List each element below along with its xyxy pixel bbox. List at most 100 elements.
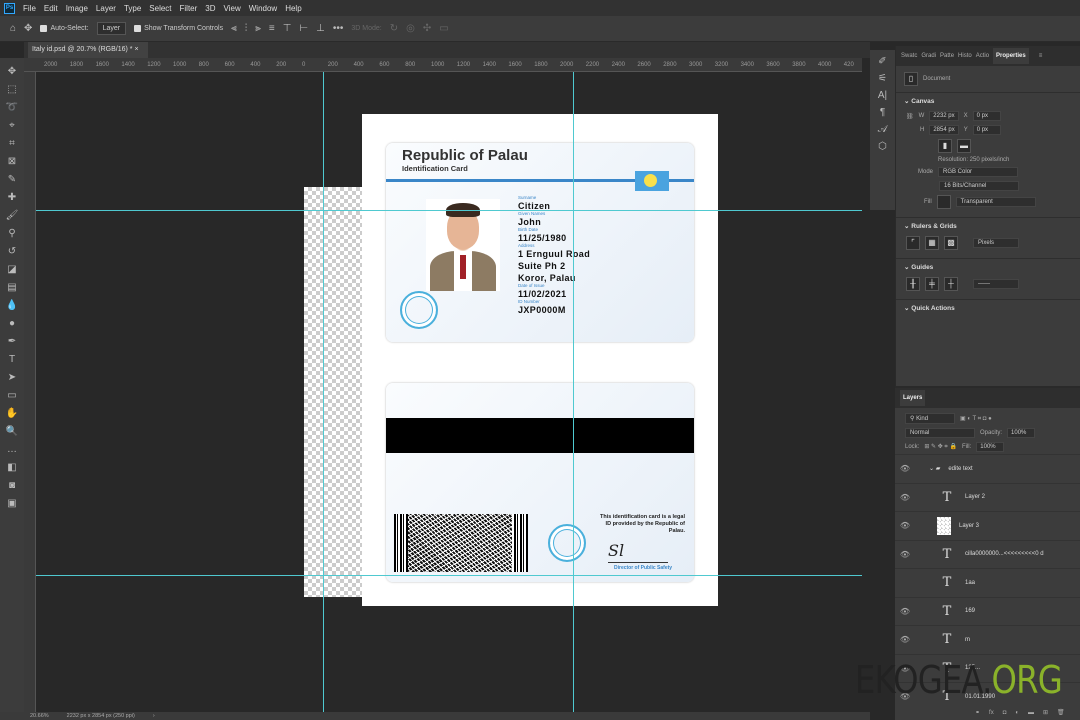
visibility-eye-icon[interactable]: 👁 [895, 635, 915, 644]
mode-dropdown[interactable]: RGB Color [938, 167, 1019, 177]
menu-select[interactable]: Select [149, 4, 171, 13]
tab-history[interactable]: Histo [958, 53, 972, 59]
fill-input[interactable]: 100% [976, 442, 1005, 452]
horizontal-ruler[interactable]: 2000 1800 1600 1400 1200 1000 800 600 400 200 0 200… [24, 58, 862, 72]
marquee-tool-icon[interactable]: ⬚ [7, 82, 16, 97]
align-middle-icon[interactable]: ⊢ [299, 23, 308, 34]
visibility-eye-icon[interactable]: 👁 [895, 607, 915, 616]
guide-vertical[interactable] [573, 72, 574, 712]
height-input[interactable]: 2854 px [929, 125, 959, 135]
fill-swatch[interactable] [936, 195, 951, 209]
align-bottom-icon[interactable]: ⊥ [316, 23, 325, 34]
auto-select-checkbox[interactable]: Auto-Select: [40, 25, 89, 32]
home-icon[interactable]: ⌂ [10, 23, 16, 34]
quick-actions-section[interactable]: ⌄ Quick Actions [896, 299, 1080, 316]
ruler-icon[interactable]: ⌜ [906, 236, 920, 250]
panel-menu-icon[interactable]: ≡ [1039, 53, 1043, 59]
dodge-tool-icon[interactable]: ● [9, 316, 15, 331]
layer-row[interactable]: 👁 T 169 [895, 596, 1080, 626]
grid-icon[interactable]: ▦ [925, 236, 939, 250]
align-left-icon[interactable]: ⫷ [231, 23, 237, 34]
link-layers-icon[interactable]: ⚭ [975, 709, 980, 716]
3d-orbit-icon[interactable]: ↻ [390, 23, 398, 34]
gradient-tool-icon[interactable]: ▤ [7, 280, 16, 295]
close-tab-icon[interactable]: × [134, 46, 138, 53]
lock-icons[interactable]: ⊞ ✎ ✥ ⌗ 🔒 [924, 443, 957, 451]
menu-edit[interactable]: Edit [44, 4, 58, 13]
mask-icon[interactable]: ◘ [1003, 710, 1007, 716]
fill-dropdown[interactable]: Transparent [955, 197, 1036, 207]
blur-tool-icon[interactable]: 💧 [6, 298, 18, 313]
show-transform-checkbox[interactable]: Show Transform Controls [134, 25, 223, 32]
layer-row[interactable]: 👁 T Layer 2 [895, 482, 1080, 512]
distribute-icon[interactable]: ≡ [269, 23, 275, 34]
quick-mask-icon[interactable]: ◙ [9, 478, 15, 493]
3d-icon[interactable]: ⬡ [878, 141, 887, 152]
crop-tool-icon[interactable]: ⌗ [9, 136, 15, 151]
canvas-section[interactable]: ⌄ Canvas [896, 92, 1080, 109]
more-tools-icon[interactable]: … [7, 442, 17, 457]
tab-swatches[interactable]: Swatc [901, 53, 917, 59]
menu-help[interactable]: Help [285, 4, 301, 13]
guide-style-dropdown[interactable]: —— [973, 279, 1019, 289]
stamp-tool-icon[interactable]: ⚲ [8, 226, 15, 241]
layer-name[interactable]: m [965, 637, 970, 643]
3d-roll-icon[interactable]: ◎ [406, 23, 415, 34]
blend-mode-dropdown[interactable]: Normal [905, 428, 975, 438]
menu-filter[interactable]: Filter [180, 4, 198, 13]
tab-properties[interactable]: Properties [993, 48, 1029, 64]
delete-layer-icon[interactable]: 🗑 [1057, 709, 1065, 716]
layer-name[interactable]: edite text [948, 466, 972, 472]
color-swatches-icon[interactable]: ◧ [7, 460, 16, 475]
menu-file[interactable]: File [23, 4, 36, 13]
visibility-eye-icon[interactable]: 👁 [895, 493, 915, 502]
auto-select-dropdown[interactable]: Layer [96, 22, 127, 35]
guides-icon[interactable]: ╫ [906, 277, 920, 291]
layer-row[interactable]: 👁 Tcilla0000000...<<<<<<<<<0 d [895, 539, 1080, 569]
move-tool-icon[interactable]: ✥ [24, 23, 32, 34]
3d-camera-icon[interactable]: ▭ [439, 23, 448, 34]
lock-guides-icon[interactable]: ╪ [925, 277, 939, 291]
layer-name[interactable]: 169 [965, 608, 975, 614]
layer-row[interactable]: 👁 ⌄ ▰ edite text [895, 454, 1080, 483]
filter-kind-dropdown[interactable]: ⚲ Kind [905, 413, 955, 424]
align-center-icon[interactable]: ⫶ [245, 23, 248, 34]
new-guide-icon[interactable]: ┼ [944, 277, 958, 291]
menu-3d[interactable]: 3D [205, 4, 215, 13]
character-icon[interactable]: A| [878, 90, 887, 101]
width-input[interactable]: 2232 px [929, 111, 959, 121]
zoom-tool-icon[interactable]: 🔍 [6, 424, 18, 439]
menu-layer[interactable]: Layer [96, 4, 116, 13]
units-dropdown[interactable]: Pixels [973, 238, 1019, 248]
filter-icons[interactable]: ▣ ◐ T ⌗ ◘ ● [960, 415, 992, 423]
glyphs-icon[interactable]: 𝒜 [878, 124, 887, 135]
visibility-eye-icon[interactable]: 👁 [895, 521, 915, 530]
quick-select-tool-icon[interactable]: ⌖ [9, 118, 15, 133]
pen-tool-icon[interactable]: ✒ [8, 334, 16, 349]
frame-tool-icon[interactable]: ⊠ [8, 154, 16, 169]
3d-pan-icon[interactable]: ✣ [423, 23, 431, 34]
document-tab[interactable]: Italy id.psd @ 20.7% (RGB/16) * × [28, 42, 148, 58]
landscape-icon[interactable]: ▬ [957, 139, 971, 153]
move-tool-icon[interactable]: ✥ [8, 64, 16, 79]
screen-mode-icon[interactable]: ▣ [7, 496, 16, 511]
eyedropper-tool-icon[interactable]: ✎ [8, 172, 16, 187]
path-select-icon[interactable]: ➤ [8, 370, 16, 385]
adjustment-icon[interactable]: ◐ [1015, 710, 1019, 716]
opacity-input[interactable]: 100% [1007, 428, 1036, 438]
y-input[interactable]: 0 px [972, 125, 1001, 135]
guide-horizontal[interactable] [36, 575, 862, 576]
more-options-icon[interactable]: ••• [333, 23, 344, 34]
visibility-eye-icon[interactable]: 👁 [895, 550, 915, 559]
menu-view[interactable]: View [224, 4, 241, 13]
guides-section[interactable]: ⌄ Guides [896, 258, 1080, 275]
layer-row[interactable]: T 1aa [895, 568, 1080, 597]
brush-tool-icon[interactable]: 🖌 [6, 208, 19, 223]
menu-window[interactable]: Window [249, 4, 277, 13]
guide-horizontal[interactable] [36, 210, 862, 211]
vertical-ruler[interactable] [24, 72, 36, 712]
visibility-eye-icon[interactable]: 👁 [895, 464, 915, 473]
rectangle-tool-icon[interactable]: ▭ [7, 388, 16, 403]
menu-image[interactable]: Image [66, 4, 88, 13]
healing-tool-icon[interactable]: ✚ [8, 190, 16, 205]
